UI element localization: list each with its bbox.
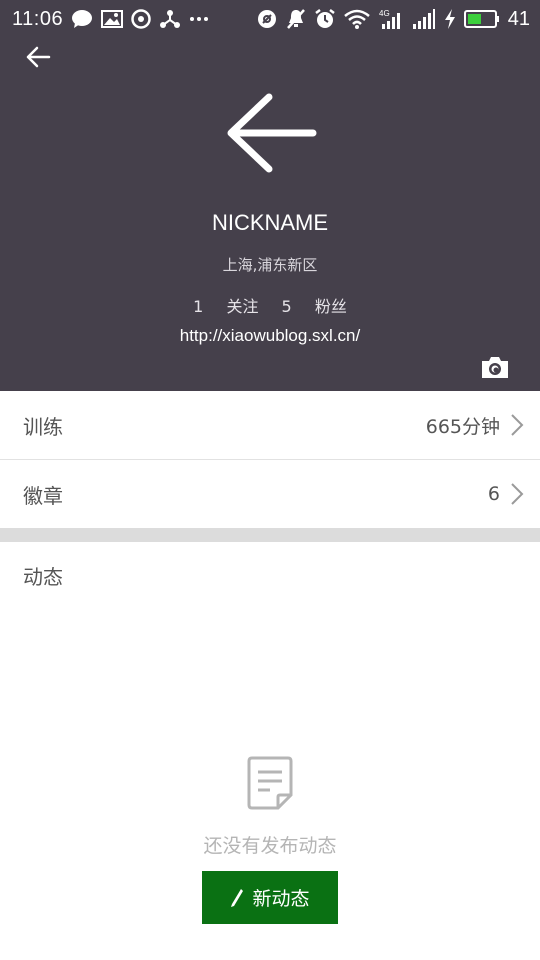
- arrow-left-icon: [227, 93, 317, 173]
- badges-label: 徽章: [23, 483, 63, 508]
- pencil-icon: [231, 888, 244, 907]
- following-label: 关注: [226, 297, 259, 316]
- network-label: 4G: [379, 9, 390, 18]
- nickname: NICKNAME: [211, 210, 329, 235]
- follow-stats: 1 关注 5 粉丝: [0, 293, 540, 317]
- chat-bubble-icon: [71, 9, 93, 29]
- signal-icon: [412, 8, 436, 30]
- share-nodes-icon: [159, 9, 181, 29]
- battery-level: 41: [507, 7, 530, 30]
- avatar[interactable]: [225, 90, 317, 176]
- signal-4g-icon: 4G: [378, 8, 404, 30]
- app-circle-icon: [131, 9, 151, 29]
- back-button[interactable]: [22, 42, 54, 72]
- status-bar: 11:06 4G 41: [0, 0, 540, 38]
- badges-row[interactable]: 徽章 6: [0, 460, 540, 528]
- profile-url[interactable]: http://xiaowublog.sxl.cn/: [0, 326, 540, 346]
- new-post-label: 新动态: [252, 889, 310, 910]
- section-separator: [0, 528, 540, 542]
- chevron-right-icon: [511, 414, 524, 436]
- mute-icon: [286, 8, 306, 30]
- new-post-button[interactable]: 新动态: [202, 871, 338, 924]
- badges-value: 6: [487, 483, 500, 505]
- followers-count: 5: [281, 297, 292, 316]
- training-value: 665分钟: [425, 415, 500, 438]
- training-label: 训练: [23, 414, 63, 439]
- training-right: 665分钟: [426, 412, 524, 439]
- camera-icon: [482, 357, 508, 378]
- arrow-left-icon: [26, 46, 51, 68]
- charging-bolt-icon: [444, 9, 456, 29]
- camera-button[interactable]: [480, 354, 510, 380]
- followers-label: 粉丝: [314, 297, 347, 316]
- gallery-icon: [101, 10, 124, 28]
- following-link[interactable]: 1 关注: [193, 297, 258, 316]
- profile-header: 11:06 4G 41 NICKNAME 上海,浦东新区 1 关注 5 粉丝 h…: [0, 0, 540, 391]
- more-dots-icon: [189, 16, 209, 22]
- feed-title: 动态: [23, 565, 63, 589]
- followers-link[interactable]: 5 粉丝: [282, 297, 347, 316]
- document-icon: [246, 755, 294, 811]
- badges-right: 6: [488, 482, 524, 506]
- battery-icon: [463, 9, 500, 29]
- empty-feed-text: 还没有发布动态: [203, 835, 337, 857]
- alarm-icon: [314, 8, 336, 30]
- chevron-right-icon: [511, 483, 524, 505]
- status-time: 11:06: [12, 7, 64, 30]
- location: 上海,浦东新区: [222, 256, 318, 274]
- following-count: 1: [193, 297, 204, 316]
- training-row[interactable]: 训练 665分钟: [0, 391, 540, 459]
- nfc-icon: [256, 8, 278, 30]
- wifi-icon: [343, 9, 370, 29]
